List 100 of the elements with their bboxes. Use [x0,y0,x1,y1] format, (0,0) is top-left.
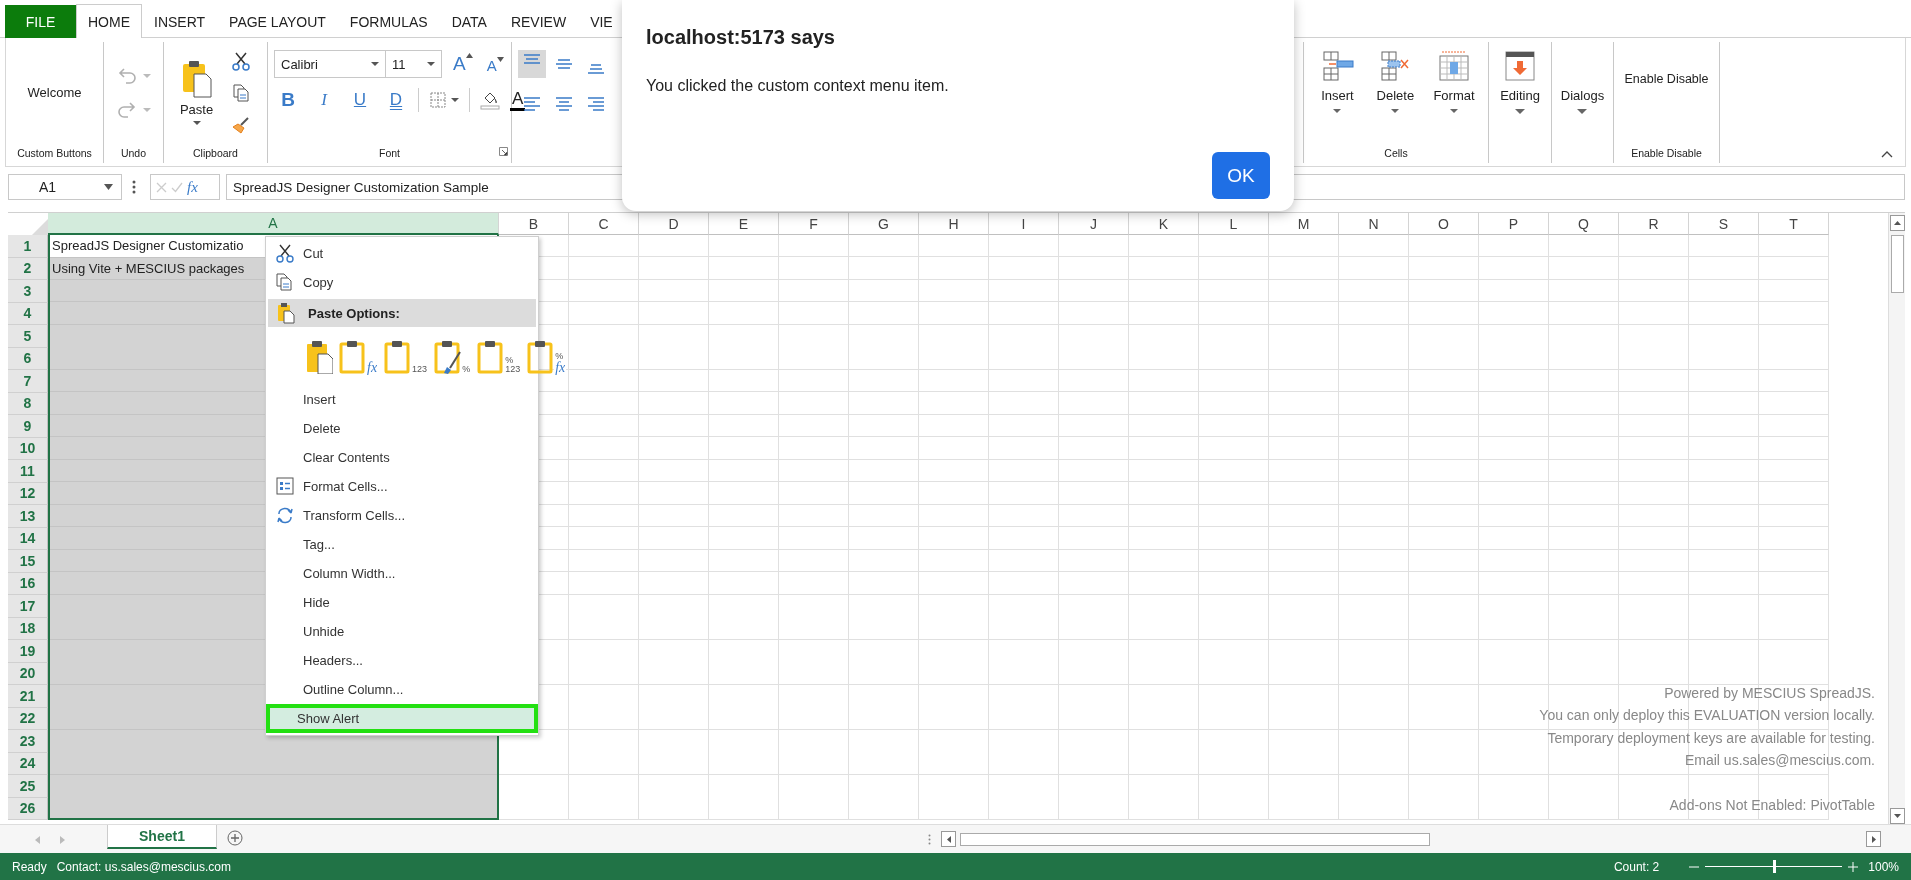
row-header[interactable]: 20 [8,662,48,685]
menu-item[interactable]: Insert [266,385,538,414]
row-header[interactable]: 21 [8,685,48,708]
row-header[interactable]: 16 [8,572,48,595]
scrollbar-thumb[interactable] [1890,235,1904,293]
dropdown-button[interactable]: Editing [1496,48,1544,116]
italic-button[interactable]: I [310,90,338,110]
ribbon-tab[interactable]: REVIEW [498,5,579,38]
zoom-in-icon[interactable] [1848,861,1859,872]
scrollbar-thumb[interactable] [960,832,1430,846]
column-header[interactable]: E [709,213,779,235]
paste-option-button[interactable] [306,340,333,374]
row-header[interactable]: 26 [8,797,48,820]
ribbon-tab[interactable]: HOME [76,4,142,38]
ribbon-tab[interactable]: VIE [578,5,625,38]
menu-item[interactable]: Format Cells... [266,472,538,501]
ribbon-tab[interactable]: INSERT [142,5,218,38]
double-underline-button[interactable]: D [382,90,410,110]
column-header[interactable]: F [779,213,849,235]
dialog-launcher-icon[interactable] [499,147,508,156]
paste-button[interactable]: Paste [177,58,216,127]
font-name-dropdown[interactable]: Calibri [274,50,386,78]
welcome-button[interactable]: Welcome [25,83,84,102]
row-header[interactable]: 6 [8,347,48,370]
paintbrush-icon[interactable] [231,114,252,135]
decrease-font-button[interactable]: A [483,57,507,74]
ribbon-tab[interactable]: PAGE LAYOUT [217,5,338,38]
column-header[interactable]: A [48,213,499,235]
scroll-up-button[interactable] [1889,215,1905,231]
dropdown-button[interactable]: Dialogs [1556,86,1609,116]
column-header[interactable]: Q [1549,213,1619,235]
menu-item[interactable]: Headers... [266,646,538,675]
ok-button[interactable]: OK [1212,152,1270,199]
align-top-button[interactable] [518,50,546,78]
row-header[interactable]: 24 [8,752,48,775]
row-header[interactable]: 15 [8,550,48,573]
column-header[interactable]: P [1479,213,1549,235]
format-cells-button[interactable]: Format [1429,48,1479,115]
column-header[interactable]: K [1129,213,1199,235]
menu-item[interactable]: Show Alert [266,704,538,733]
increase-font-button[interactable]: A [450,53,476,75]
menu-item[interactable]: Transform Cells... [266,501,538,530]
borders-button[interactable] [427,89,461,111]
ribbon-tab[interactable]: FORMULAS [337,5,440,38]
row-header[interactable]: 13 [8,505,48,528]
font-size-dropdown[interactable]: 11 [385,50,442,78]
scroll-left-button[interactable] [941,831,956,847]
row-header[interactable]: 22 [8,707,48,730]
column-header[interactable]: C [569,213,639,235]
column-header[interactable]: N [1339,213,1409,235]
row-header[interactable]: 12 [8,482,48,505]
enable-disable-button[interactable]: Enable Disable [1624,72,1709,86]
column-header[interactable]: B [499,213,569,235]
fill-color-icon[interactable] [480,90,500,110]
add-sheet-icon[interactable] [227,829,243,846]
menu-item[interactable]: Outline Column... [266,675,538,704]
row-header[interactable]: 4 [8,302,48,325]
insert-function-button[interactable]: fx [187,178,198,196]
menu-item[interactable]: Unhide [266,617,538,646]
menu-item[interactable]: Column Width... [266,559,538,588]
row-header[interactable]: 9 [8,415,48,438]
column-header[interactable]: H [919,213,989,235]
row-header[interactable]: 5 [8,325,48,348]
row-header[interactable]: 14 [8,527,48,550]
column-header[interactable]: S [1689,213,1759,235]
previous-icon[interactable] [35,835,40,844]
underline-button[interactable]: U [346,90,374,110]
scroll-down-button[interactable] [1889,808,1905,824]
menu-item[interactable]: Delete [266,414,538,443]
column-header[interactable]: M [1269,213,1339,235]
column-header[interactable]: D [639,213,709,235]
collapse-icon[interactable] [1881,151,1893,158]
row-header[interactable]: 8 [8,392,48,415]
drag-handle-icon[interactable] [928,833,931,845]
row-header[interactable]: 19 [8,640,48,663]
column-header[interactable]: G [849,213,919,235]
menu-item[interactable]: Clear Contents [266,443,538,472]
file-tab[interactable]: FILE [5,5,76,38]
name-box[interactable]: A1 [8,174,122,200]
column-header[interactable]: L [1199,213,1269,235]
font-color-button[interactable]: A [510,89,526,111]
row-header[interactable]: 18 [8,617,48,640]
row-header[interactable]: 2 [8,257,48,280]
row-header[interactable]: 7 [8,370,48,393]
check-icon[interactable] [171,181,183,193]
column-header[interactable]: J [1059,213,1129,235]
column-header[interactable]: I [989,213,1059,235]
slider-thumb[interactable] [1772,860,1776,873]
sheet-tab[interactable]: Sheet1 [107,825,217,849]
menu-item[interactable]: Copy [266,268,538,297]
scroll-right-button[interactable] [1866,831,1881,847]
column-header[interactable]: T [1759,213,1829,235]
delete-cells-button[interactable]: Delete [1371,48,1420,115]
column-header[interactable]: O [1409,213,1479,235]
row-header[interactable]: 25 [8,775,48,798]
next-icon[interactable] [60,835,65,844]
row-header[interactable]: 1 [8,235,48,258]
row-header[interactable]: 17 [8,595,48,618]
row-header[interactable]: 3 [8,280,48,303]
more-icon[interactable] [132,180,136,194]
